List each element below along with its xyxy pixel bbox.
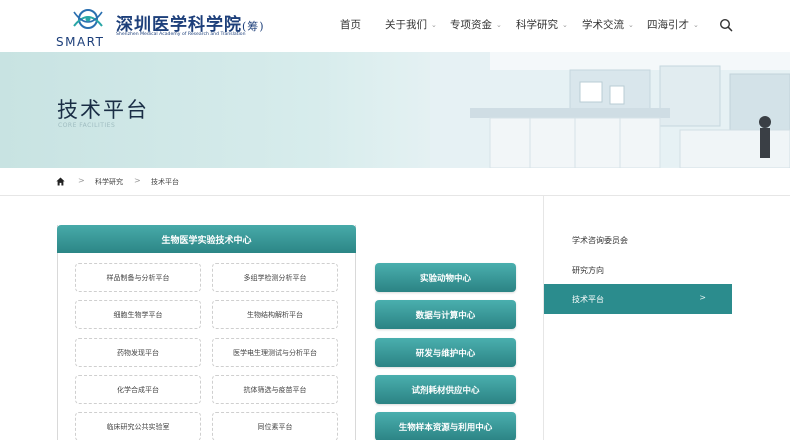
platform-item[interactable]: 多组学检测分析平台 bbox=[212, 263, 338, 292]
chevron-down-icon: ⌄ bbox=[628, 20, 634, 29]
side-menu-item-direction[interactable]: 研究方向 bbox=[544, 255, 732, 285]
logo-emblem-icon bbox=[73, 9, 103, 29]
platform-item[interactable]: 药物发现平台 bbox=[75, 338, 201, 367]
side-menu-label: 研究方向 bbox=[572, 265, 604, 275]
breadcrumb: > 科学研究 > 技术平台 bbox=[0, 168, 790, 196]
platform-item[interactable]: 细胞生物学平台 bbox=[75, 300, 201, 329]
chevron-down-icon: ⌄ bbox=[562, 20, 568, 29]
nav-item-talent[interactable]: 四海引才 ⌄ bbox=[647, 17, 699, 32]
nav-item-exchange[interactable]: 学术交流 ⌄ bbox=[582, 17, 634, 32]
center-button-animal[interactable]: 实验动物中心 bbox=[375, 263, 516, 292]
platform-item[interactable]: 化学合成平台 bbox=[75, 375, 201, 404]
breadcrumb-separator: > bbox=[134, 176, 141, 185]
nav-item-funding[interactable]: 专项资金 ⌄ bbox=[450, 17, 502, 32]
center-button-biobank[interactable]: 生物样本资源与利用中心 bbox=[375, 412, 516, 440]
site-header: SMART 深圳医学科学院(筹) Shenzhen Medical Academ… bbox=[0, 0, 790, 52]
page-banner: 技术平台 CORE FACILITIES bbox=[0, 52, 790, 168]
nav-label: 专项资金 bbox=[450, 19, 492, 31]
biomedical-center-panel bbox=[57, 225, 356, 440]
breadcrumb-item-research[interactable]: 科学研究 bbox=[95, 177, 123, 187]
home-icon[interactable] bbox=[56, 177, 65, 186]
logo-smart-text: SMART bbox=[56, 35, 105, 49]
platform-item[interactable]: 样品制备与分析平台 bbox=[75, 263, 201, 292]
nav-label: 首页 bbox=[340, 19, 361, 31]
center-button-rd[interactable]: 研发与维护中心 bbox=[375, 338, 516, 367]
breadcrumb-item-current: 技术平台 bbox=[151, 178, 179, 186]
nav-item-home[interactable]: 首页 bbox=[340, 17, 361, 32]
page-title: 技术平台 bbox=[57, 98, 149, 122]
platform-item[interactable]: 临床研究公共实验室 bbox=[75, 412, 201, 440]
side-menu-item-platform[interactable]: 技术平台 > bbox=[544, 284, 732, 314]
chevron-down-icon: ⌄ bbox=[431, 20, 437, 29]
center-button-reagent[interactable]: 试剂耗材供应中心 bbox=[375, 375, 516, 404]
page-subtitle: CORE FACILITIES bbox=[58, 122, 116, 129]
platform-item[interactable]: 同位素平台 bbox=[212, 412, 338, 440]
nav-item-about[interactable]: 关于我们 ⌄ bbox=[385, 17, 437, 32]
nav-label: 学术交流 bbox=[582, 19, 624, 31]
chevron-down-icon: ⌄ bbox=[693, 20, 699, 29]
platform-item[interactable]: 生物结构解析平台 bbox=[212, 300, 338, 329]
side-menu-label: 学术咨询委员会 bbox=[572, 235, 628, 245]
nav-item-research[interactable]: 科学研究 ⌄ bbox=[516, 17, 568, 32]
logo-english-name: Shenzhen Medical Academy of Research and… bbox=[116, 32, 246, 37]
nav-label: 关于我们 bbox=[385, 19, 427, 31]
platform-item[interactable]: 医学电生理测试与分析平台 bbox=[212, 338, 338, 367]
side-menu-label: 技术平台 bbox=[572, 294, 604, 304]
laboratory-illustration bbox=[430, 52, 790, 168]
nav-label: 四海引才 bbox=[647, 19, 689, 31]
site-logo[interactable]: SMART 深圳医学科学院(筹) Shenzhen Medical Academ… bbox=[56, 6, 266, 49]
breadcrumb-separator: > bbox=[78, 176, 85, 185]
side-menu-item-advisory[interactable]: 学术咨询委员会 bbox=[544, 225, 732, 255]
chevron-down-icon: ⌄ bbox=[496, 20, 502, 29]
platform-item[interactable]: 抗体筛选与疫苗平台 bbox=[212, 375, 338, 404]
biomedical-center-title[interactable]: 生物医学实验技术中心 bbox=[57, 225, 356, 253]
nav-label: 科学研究 bbox=[516, 19, 558, 31]
search-icon[interactable] bbox=[719, 18, 733, 32]
center-button-data[interactable]: 数据与计算中心 bbox=[375, 300, 516, 329]
chevron-right-icon: > bbox=[699, 293, 706, 302]
